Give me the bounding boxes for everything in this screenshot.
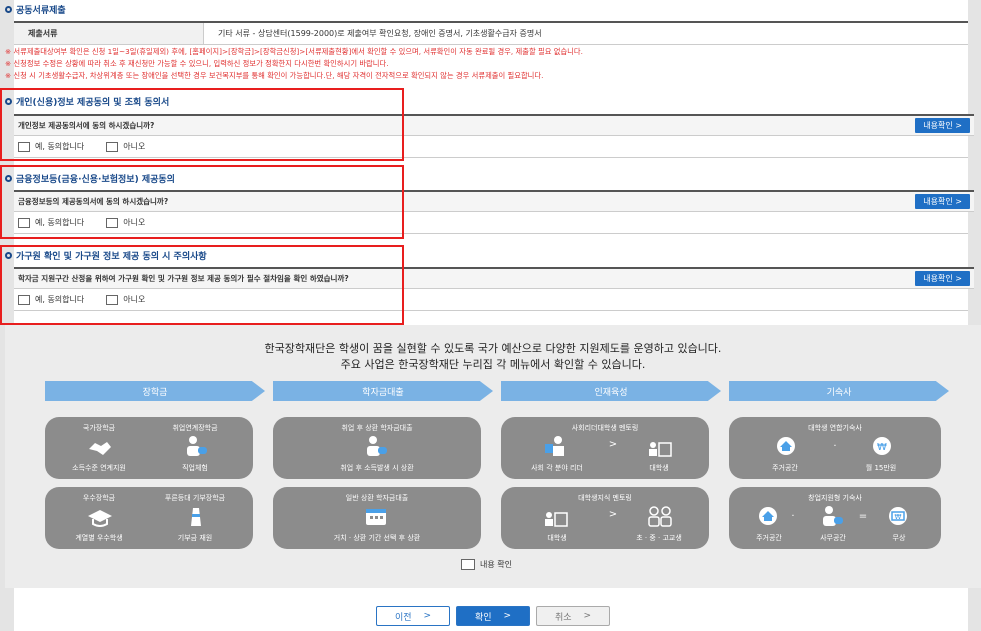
leader-icon (545, 436, 564, 456)
cancel-button[interactable]: 취소 > (536, 606, 610, 626)
card-caption: 주거공간 (756, 534, 782, 542)
card-startup-dorm: 창업지원형 기숙사 · = ₩ 주거공간 사무공간 무상 (729, 487, 941, 549)
card-caption: 초 · 중 · 고교생 (636, 534, 682, 542)
won-coin-icon: ₩ (873, 437, 891, 455)
card-caption: 사무공간 (820, 534, 846, 542)
card-union-dorm: 대학생 연합기숙사 · ₩ 주거공간 월 15만원 (729, 417, 941, 479)
university-icon (649, 442, 672, 457)
notice-item: ※ 신청정보 수정은 상황에 따라 취소 후 재신청만 가능할 수 있으니, 입… (5, 59, 389, 68)
banner-dorm: 기숙사 (729, 381, 949, 401)
card-caption: 기부금 재원 (177, 534, 213, 542)
card-caption: 소득수준 연계지원 (72, 464, 126, 472)
card-caption: 계열별 우수학생 (75, 534, 123, 542)
card-caption: 주거공간 (772, 464, 798, 472)
content-confirm-checkbox[interactable]: 내용 확인 (461, 559, 512, 570)
banner-scholarship: 장학금 (45, 381, 265, 401)
card-caption: 사회 각 분야 리더 (531, 464, 583, 472)
worker-icon (823, 506, 843, 526)
separator-dot-icon: · (833, 441, 837, 452)
separator-dot-icon: · (791, 511, 795, 522)
banner-loan: 학자금대출 (273, 381, 493, 401)
card-general-loan: 일반 상환 학자금대출 거치 · 상환 기간 선택 후 상환 (273, 487, 481, 549)
docs-label: 제출서류 (14, 23, 204, 44)
notice-item: ※ 서류제출대상여부 확인은 신청 1일~3일(휴일제외) 후에, [홈페이지]… (5, 47, 583, 56)
docs-value: 기타 서류 - 상담센터(1599-2000)로 제출여부 확인요청, 장애인 … (218, 29, 542, 38)
card-title: 취업연계장학금 (172, 424, 218, 432)
bullet-icon (5, 6, 12, 13)
banner-talent: 인재육성 (501, 381, 721, 401)
docs-row: 제출서류 기타 서류 - 상담센터(1599-2000)로 제출여부 확인요청,… (14, 21, 968, 45)
card-caption: 거치 · 상환 기간 선택 후 상환 (333, 534, 421, 542)
prev-button[interactable]: 이전 > (376, 606, 450, 626)
card-title: 취업 후 상환 학자금대출 (341, 424, 413, 432)
intro-line-1: 한국장학재단은 학생이 꿈을 실현할 수 있도록 국가 예산으로 다양한 지원제… (264, 342, 722, 355)
handshake-icon (89, 442, 111, 455)
svg-text:₩: ₩ (877, 442, 887, 453)
card-caption: 직업체험 (182, 464, 208, 472)
house-icon (777, 437, 795, 455)
intro-line-2: 주요 사업은 한국장학재단 누리집 각 메뉴에서 확인할 수 있습니다. (340, 358, 646, 371)
card-title: 사회리더대학생 멘토링 (571, 424, 639, 432)
highlight-box-financial (0, 165, 404, 239)
chevron-right-icon: > (583, 611, 592, 621)
card-national-scholarship: 국가장학금 취업연계장학금 소득수준 연계지원 직업체험 (45, 417, 253, 479)
arrow-right-icon: > (608, 509, 618, 520)
card-merit-scholarship: 우수장학금 푸른등대 기부장학금 계열별 우수학생 기부금 재원 (45, 487, 253, 549)
card-title: 대학생 연합기숙사 (808, 424, 862, 432)
confirm-button[interactable]: 확인 > (456, 606, 530, 626)
consent-financial-detail-button[interactable]: 내용확인 > (915, 194, 970, 209)
card-leader-mentoring: 사회리더대학생 멘토링 > 사회 각 분야 리더 대학생 (501, 417, 709, 479)
lighthouse-icon (191, 508, 201, 526)
section-docs-title: 공동서류제출 (5, 3, 66, 16)
card-title: 창업지원형 기숙사 (808, 494, 862, 502)
house-icon (759, 507, 777, 525)
chevron-right-icon: > (423, 611, 432, 621)
card-caption: 무상 (892, 534, 906, 542)
worker-icon (187, 436, 207, 456)
separator-equals-icon: = (858, 511, 868, 522)
students-icon (648, 506, 672, 527)
university-icon (545, 512, 568, 527)
checkbox-icon[interactable] (461, 559, 475, 570)
svg-text:₩: ₩ (895, 513, 902, 521)
program-info-panel: 한국장학재단은 학생이 꿈을 실현할 수 있도록 국가 예산으로 다양한 지원제… (5, 325, 981, 588)
card-title: 국가장학금 (82, 424, 116, 432)
card-caption: 취업 후 소득발생 시 상환 (340, 464, 414, 472)
card-title: 일반 상환 학자금대출 (345, 494, 409, 502)
chevron-right-icon: > (503, 611, 512, 621)
card-knowledge-mentoring: 대학생지식 멘토링 > 대학생 초 · 중 · 고교생 (501, 487, 709, 549)
card-title: 대학생지식 멘토링 (578, 494, 632, 502)
notice-item: ※ 신청 시 기초생활수급자, 차상위계층 또는 장애인을 선택한 경우 보건복… (5, 71, 544, 80)
highlight-box-personal (0, 88, 404, 161)
card-title: 우수장학금 (82, 494, 116, 502)
card-icl-loan: 취업 후 상환 학자금대출 취업 후 소득발생 시 상환 (273, 417, 481, 479)
graduation-cap-icon (88, 510, 112, 527)
card-caption: 월 15만원 (865, 464, 897, 472)
card-caption: 대학생 (547, 534, 567, 542)
consent-household-detail-button[interactable]: 내용확인 > (915, 271, 970, 286)
highlight-box-household (0, 245, 404, 325)
card-caption: 대학생 (649, 464, 669, 472)
free-won-icon: ₩ (889, 507, 907, 525)
consent-personal-detail-button[interactable]: 내용확인 > (915, 118, 970, 133)
arrow-right-icon: > (608, 439, 618, 450)
calendar-icon (366, 509, 386, 525)
notice-list: ※ 서류제출대상여부 확인은 신청 1일~3일(휴일제외) 후에, [홈페이지]… (5, 46, 583, 82)
worker-icon (367, 436, 387, 456)
card-title: 푸른등대 기부장학금 (164, 494, 226, 502)
